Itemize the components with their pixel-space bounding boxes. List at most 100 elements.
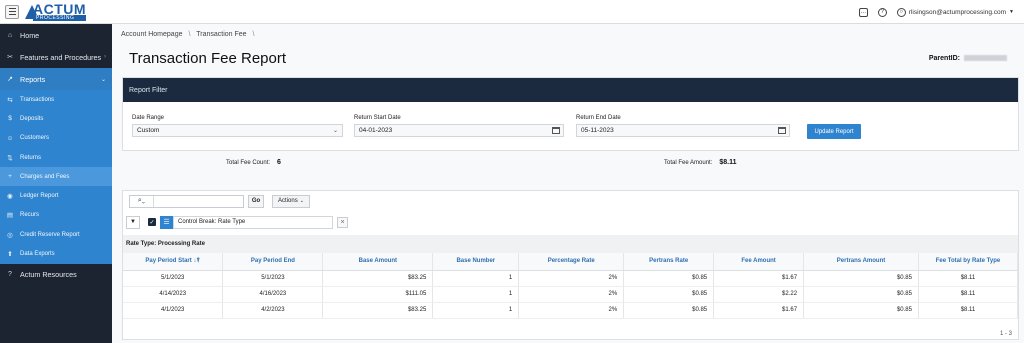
- control-break-label[interactable]: Control Break: Rate Type: [173, 215, 333, 229]
- cell-pay-period-end: 4/2/2023: [222, 302, 324, 319]
- col-fee-total-by-rate-type[interactable]: Fee Total by Rate Type: [918, 253, 1019, 271]
- sidebar-item-label: Data Exports: [20, 251, 55, 258]
- sidebar-item-reports[interactable]: ↗ Reports ⌄: [0, 68, 112, 90]
- breadcrumb: Account Homepage \ Transaction Fee \: [121, 31, 258, 38]
- go-button[interactable]: Go: [248, 194, 264, 208]
- sidebar-item-returns[interactable]: ⇅ Returns: [0, 147, 112, 168]
- page-title: Transaction Fee Report: [129, 50, 287, 67]
- cell-pertrans-rate: $0.85: [623, 270, 715, 287]
- ledger-icon: ◉: [7, 193, 13, 201]
- date-range-value: Custom: [137, 127, 160, 134]
- collapse-toggle-button[interactable]: ▼: [126, 215, 140, 229]
- search-icon[interactable]: ⌕⌄: [130, 195, 154, 207]
- sidebar-item-label: Charges and Fees: [20, 173, 70, 180]
- sidebar-item-label: Actum Resources: [20, 270, 77, 280]
- cell-percentage-rate: 2%: [518, 302, 625, 319]
- cell-fee-total: $8.11: [918, 302, 1019, 319]
- report-region: ⌕⌄ Go Actions ⌄ ▼ ✓ ☰ Control Break: Rat…: [122, 190, 1019, 340]
- cell-base-amount: $111.05: [322, 286, 434, 303]
- actions-menu-button[interactable]: Actions ⌄: [272, 194, 310, 208]
- chat-icon[interactable]: …: [858, 7, 868, 17]
- report-filter-header: Report Filter: [123, 78, 1018, 102]
- parent-id-value-redacted: [964, 55, 1007, 62]
- sidebar-item-charges-and-fees[interactable]: + Charges and Fees: [0, 167, 112, 187]
- sidebar-item-label: Home: [20, 30, 40, 40]
- chevron-down-icon: ▼: [1009, 9, 1014, 15]
- logo-text: ACTUM: [33, 0, 87, 17]
- sidebar-item-recurs[interactable]: ▤ Recurs: [0, 205, 112, 226]
- sidebar-item-home[interactable]: ⌂ Home: [0, 24, 112, 46]
- cell-pay-period-start: 4/14/2023: [123, 286, 224, 303]
- total-fee-count: Total Fee Count: 6: [226, 159, 281, 166]
- sidebar-item-label: Features and Procedures: [20, 52, 102, 62]
- sidebar-item-deposits[interactable]: $ Deposits: [0, 109, 112, 129]
- col-percentage-rate[interactable]: Percentage Rate: [518, 253, 625, 271]
- cell-percentage-rate: 2%: [518, 286, 625, 303]
- control-break-checkbox[interactable]: ✓: [148, 218, 156, 226]
- report-toolbar: ⌕⌄ Go Actions ⌄: [129, 194, 310, 208]
- cell-pertrans-rate: $0.85: [623, 286, 715, 303]
- sidebar-item-features[interactable]: ✂ Features and Procedures ›: [0, 46, 112, 68]
- sidebar-item-ledger-report[interactable]: ◉ Ledger Report: [0, 186, 112, 206]
- sidebar-item-label: Returns: [20, 154, 42, 161]
- search-field[interactable]: ⌕⌄: [129, 194, 244, 208]
- col-pay-period-end[interactable]: Pay Period End: [222, 253, 324, 271]
- calendar-icon[interactable]: [552, 127, 560, 134]
- cell-fee-amount: $1.67: [713, 302, 805, 319]
- end-date-value: 05-11-2023: [581, 127, 614, 134]
- col-pay-period-start[interactable]: Pay Period Start ↓⍒: [123, 253, 224, 271]
- cell-pay-period-end: 5/1/2023: [222, 270, 324, 287]
- date-range-group: Date Range Custom ⌄: [132, 115, 343, 137]
- total-fee-amount-value: $8.11: [719, 159, 737, 166]
- cell-pertrans-amount: $0.85: [803, 302, 919, 319]
- menu-toggle-button[interactable]: [5, 4, 19, 19]
- col-fee-amount[interactable]: Fee Amount: [713, 253, 805, 271]
- table-row: 4/1/2023 4/2/2023 $83.25 1 2% $0.85 $1.6…: [123, 302, 1019, 319]
- cell-base-amount: $83.25: [322, 270, 434, 287]
- plus-box-icon: +: [8, 173, 12, 181]
- main-content: Account Homepage \ Transaction Fee \ Tra…: [112, 24, 1024, 343]
- search-input[interactable]: [154, 196, 242, 206]
- breadcrumb-home-link[interactable]: Account Homepage: [121, 31, 182, 38]
- actum-logo[interactable]: ACTUM PROCESSING: [25, 0, 87, 21]
- breadcrumb-current: Transaction Fee: [196, 31, 247, 38]
- user-menu[interactable]: ○ rlisingson@actumprocessing.com ▼: [896, 7, 1014, 17]
- col-base-amount[interactable]: Base Amount: [322, 253, 434, 271]
- sidebar-item-label: Customers: [20, 135, 50, 142]
- col-pertrans-amount[interactable]: Pertrans Amount: [803, 253, 919, 271]
- total-fee-count-value: 6: [277, 159, 281, 166]
- group-heading: Rate Type: Processing Rate: [123, 235, 1018, 253]
- update-report-button[interactable]: Update Report: [807, 124, 861, 139]
- end-date-label: Return End Date: [576, 115, 621, 121]
- user-email: rlisingson@actumprocessing.com: [908, 8, 1007, 16]
- export-icon: ⬆: [7, 251, 13, 259]
- cell-pay-period-end: 4/16/2023: [222, 286, 324, 303]
- question-icon: ?: [8, 271, 12, 279]
- cell-pertrans-amount: $0.85: [803, 270, 919, 287]
- cell-pertrans-rate: $0.85: [623, 302, 715, 319]
- chevron-down-icon: ⌄: [332, 128, 338, 134]
- recurs-icon: ▤: [6, 212, 14, 220]
- sidebar-item-credit-reserve-report[interactable]: ◎ Credit Reserve Report: [0, 225, 112, 245]
- total-fee-amount: Total Fee Amount: $8.11: [664, 159, 737, 166]
- parent-id: ParentID:: [929, 55, 1007, 62]
- remove-control-break-button[interactable]: ×: [337, 216, 348, 228]
- cell-fee-amount: $1.67: [713, 270, 805, 287]
- sidebar-item-actum-resources[interactable]: ? Actum Resources: [0, 264, 112, 286]
- chevron-down-icon: ⌄: [100, 76, 106, 83]
- help-icon[interactable]: ?: [877, 7, 887, 17]
- end-date-group: Return End Date 05-11-2023: [576, 115, 790, 137]
- start-date-input[interactable]: 04-01-2023: [354, 124, 564, 137]
- cell-base-number: 1: [432, 270, 520, 287]
- sidebar-item-label: Credit Reserve Report: [20, 231, 80, 238]
- chevron-right-icon: ›: [104, 54, 106, 60]
- calendar-icon[interactable]: [778, 127, 786, 134]
- col-pertrans-rate[interactable]: Pertrans Rate: [623, 253, 715, 271]
- sidebar-item-data-exports[interactable]: ⬆ Data Exports: [0, 244, 112, 264]
- date-range-select[interactable]: Custom ⌄: [132, 124, 343, 137]
- sidebar-item-customers[interactable]: ☺ Customers: [0, 128, 112, 148]
- col-base-number[interactable]: Base Number: [432, 253, 520, 271]
- sidebar-item-transactions[interactable]: ⇆ Transactions: [0, 90, 112, 110]
- tools-icon: ✂: [7, 54, 13, 61]
- end-date-input[interactable]: 05-11-2023: [576, 124, 790, 137]
